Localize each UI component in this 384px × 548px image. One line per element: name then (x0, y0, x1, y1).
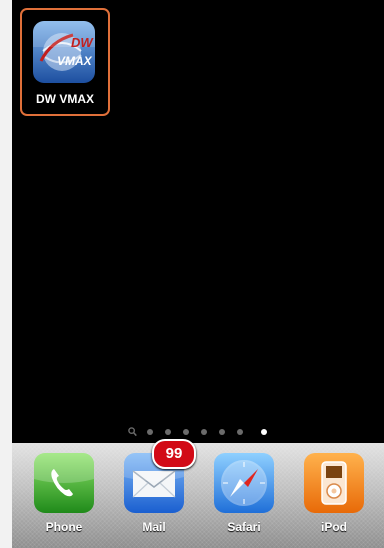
page-dot[interactable] (219, 429, 225, 435)
dw-vmax-icon-text-vmax: VMAX (57, 54, 93, 68)
dock-item-phone[interactable]: Phone (28, 453, 100, 548)
app-label: DW VMAX (36, 92, 94, 106)
page-dot[interactable] (237, 429, 243, 435)
dock-label: iPod (321, 520, 347, 534)
dw-vmax-icon-text-dw: DW (71, 35, 94, 50)
dock: Phone 99 Mail Safari iPod (12, 439, 384, 548)
dock-item-mail[interactable]: 99 Mail (118, 439, 196, 548)
spotlight-search-icon[interactable] (128, 427, 137, 437)
dock-item-safari[interactable]: Safari (208, 453, 280, 548)
home-screen: DW VMAX DW VMAX Phone 99 Mail Safari iPo… (12, 0, 384, 548)
page-dot[interactable] (201, 429, 207, 435)
dock-label: Safari (227, 520, 261, 534)
unread-badge: 99 (152, 439, 196, 469)
page-dot[interactable] (183, 429, 189, 435)
screen-edge-left (0, 0, 12, 548)
ipod-icon[interactable] (304, 453, 364, 513)
safari-compass-icon[interactable] (214, 453, 274, 513)
page-indicator[interactable] (12, 427, 384, 437)
dw-vmax-app-icon[interactable]: DW VMAX (33, 21, 95, 83)
app-dw-vmax[interactable]: DW VMAX DW VMAX (20, 8, 110, 116)
phone-icon[interactable] (34, 453, 94, 513)
dock-label: Phone (45, 520, 83, 534)
page-dot-current[interactable] (261, 429, 267, 435)
page-dot[interactable] (165, 429, 171, 435)
page-dot[interactable] (147, 429, 153, 435)
dock-label: Mail (142, 520, 166, 534)
dock-item-ipod[interactable]: iPod (298, 453, 370, 548)
